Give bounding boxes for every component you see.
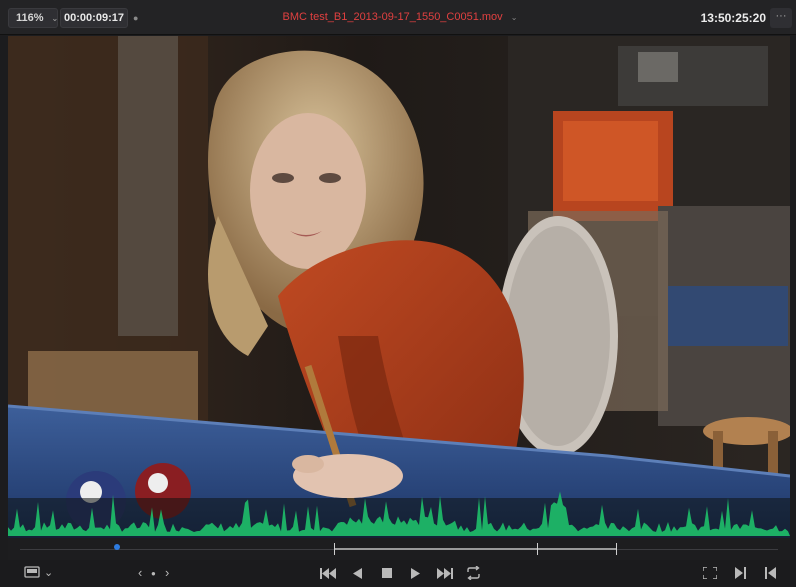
timeline-scrubber[interactable] (8, 538, 790, 560)
next-marker-icon[interactable]: › (165, 566, 169, 580)
zoom-value: 116% (16, 12, 44, 24)
go-to-start-icon[interactable] (320, 568, 336, 579)
in-point-marker (334, 543, 335, 555)
record-timecode: 13:50:25:20 (700, 11, 766, 25)
fullscreen-icon[interactable] (703, 567, 717, 579)
current-position-marker (537, 543, 538, 555)
more-options-button[interactable]: ··· (770, 8, 792, 28)
mark-in-icon[interactable] (735, 567, 747, 579)
chevron-down-icon: ⌄ (51, 13, 59, 23)
stop-icon[interactable] (382, 568, 392, 578)
out-point-marker (616, 543, 617, 555)
loop-icon[interactable] (466, 566, 481, 580)
clip-name: BMC test_B1_2013-09-17_1550_C0051.mov (282, 11, 503, 23)
viewer-header: 116% ⌄ 00:00:09:17 ● BMC test_B1_2013-09… (0, 0, 796, 35)
video-viewer[interactable] (8, 36, 790, 538)
video-frame-image (8, 36, 790, 538)
chevron-down-icon[interactable]: ⌄ (44, 566, 53, 580)
go-to-end-icon[interactable] (437, 568, 453, 579)
source-timecode[interactable]: 00:00:09:17 (60, 8, 128, 28)
marker-dot-icon[interactable]: ● (151, 567, 156, 581)
play-reverse-icon[interactable] (353, 568, 363, 579)
zoom-dropdown[interactable]: 116% ⌄ (8, 8, 58, 28)
play-icon[interactable] (411, 568, 421, 579)
transport-controls: ⌄ ‹ ● › (0, 560, 796, 587)
in-out-range (334, 548, 616, 550)
marker-dot-icon[interactable]: ● (133, 13, 138, 23)
previous-marker-icon[interactable]: ‹ (138, 566, 142, 580)
viewer-mode-icon[interactable] (24, 566, 40, 578)
clip-name-dropdown[interactable]: BMC test_B1_2013-09-17_1550_C0051.mov ⌄ (225, 11, 575, 23)
chevron-down-icon: ⌄ (510, 13, 518, 22)
playhead-handle[interactable] (114, 544, 120, 550)
mark-out-icon[interactable] (764, 567, 776, 579)
